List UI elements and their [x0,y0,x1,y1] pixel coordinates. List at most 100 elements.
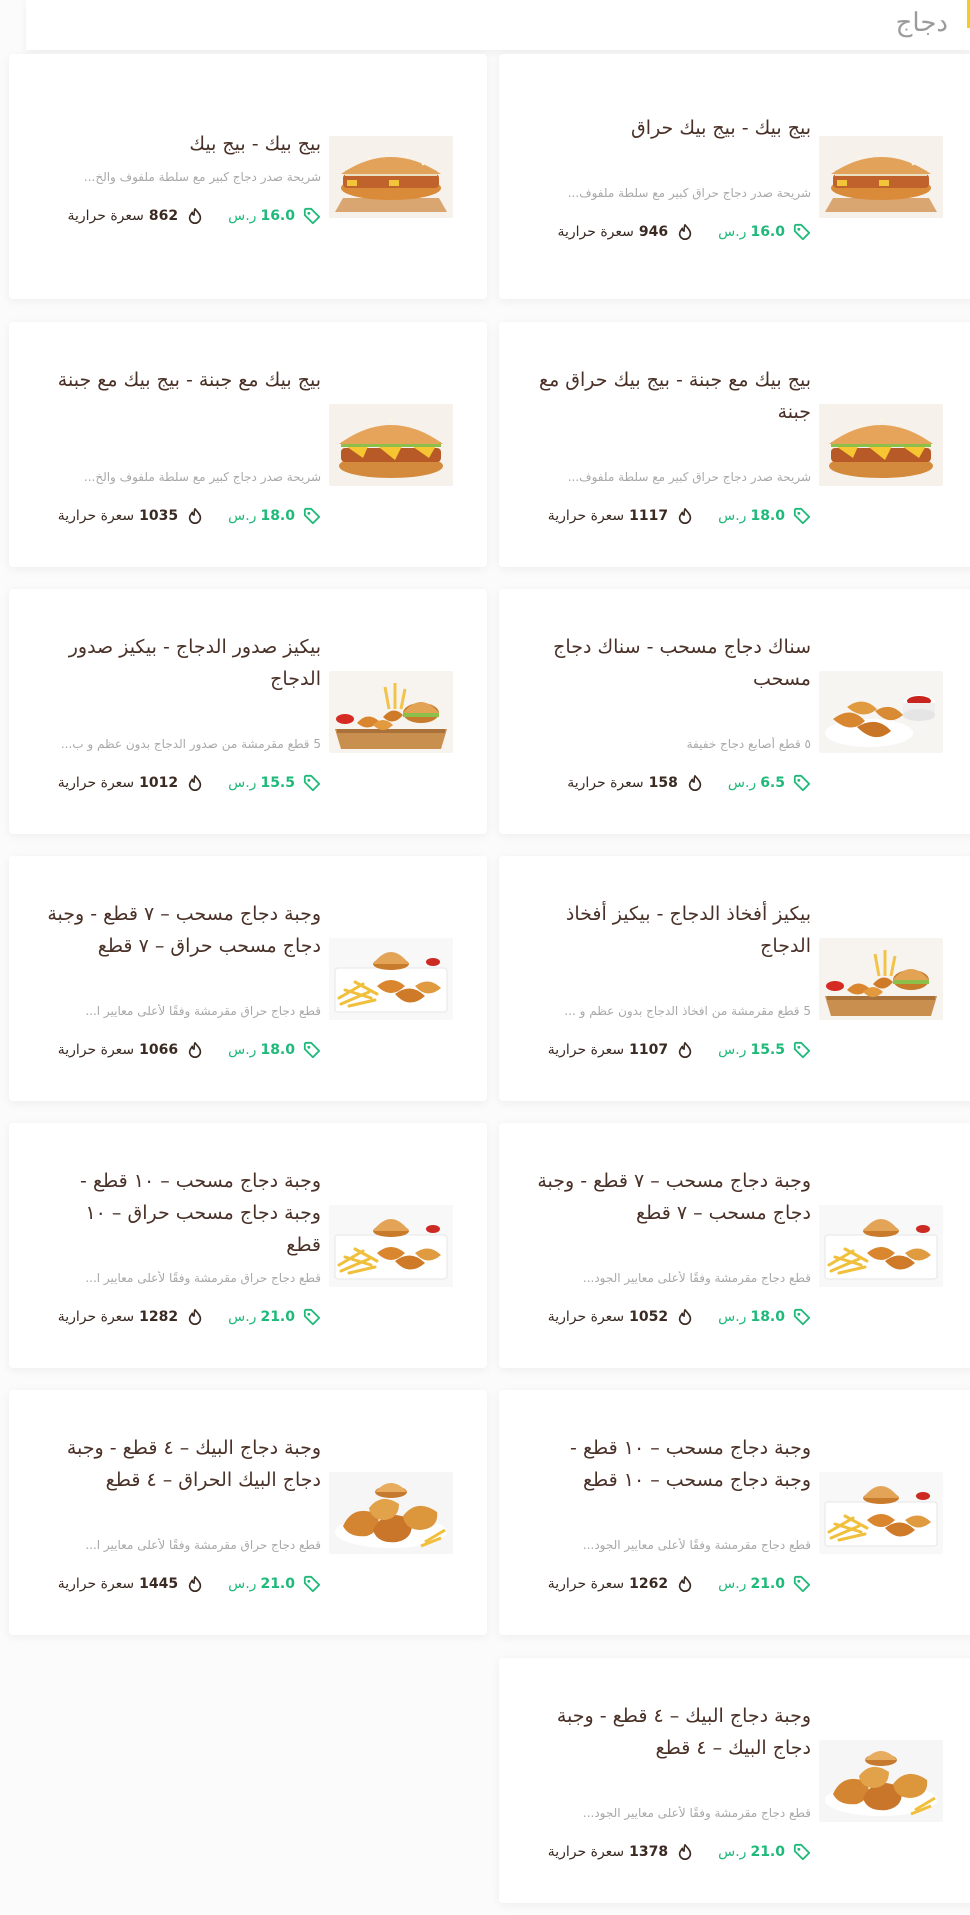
menu-item-card[interactable]: وجبة دجاج مسحب – ١٠ قطع - وجبة دجاج مسحب… [499,1390,970,1635]
calories-value: 1107 [629,1042,669,1058]
item-calories: 1035 سعرة حرارية [58,507,204,525]
item-meta: 15.5 ر.س 1012 سعرة حرارية [21,773,321,793]
currency-label: ر.س [228,1309,257,1325]
price-value: 18.0 [750,1309,785,1325]
currency-label: ر.س [228,1042,257,1058]
price-value: 16.0 [750,224,785,240]
item-name: سناك دجاج مسحب - سناك دجاج مسحب [553,636,811,690]
currency-label: ر.س [718,1042,747,1058]
menu-item-card[interactable]: وجبة دجاج مسحب – ٧ قطع - وجبة دجاج مسحب … [499,1123,970,1368]
item-meta: 21.0 ر.س 1378 سعرة حرارية [511,1842,811,1862]
menu-item-card[interactable]: وجبة دجاج مسحب – ٧ قطع - وجبة دجاج مسحب … [9,856,487,1101]
item-name: بيج بيك مع جبنة - بيج بيك مع جبنة [57,369,321,391]
item-price: 18.0 ر.س [718,1308,811,1326]
calories-unit: سعرة حرارية [547,1844,625,1860]
item-description: 5 قطع مقرمشة من افخاذ الدجاج بدون عظم و … [564,1004,811,1018]
item-name: وجبة دجاج مسحب – ٧ قطع - وجبة دجاج مسحب … [47,903,321,957]
item-image [329,1205,453,1287]
item-calories: 1052 سعرة حرارية [548,1308,694,1326]
calories-unit: سعرة حرارية [57,1042,135,1058]
item-description: قطع دجاج مقرمشة وفقًا لأعلى معايير الجود… [582,1806,811,1820]
calories-unit: سعرة حرارية [547,508,625,524]
menu-item-card[interactable]: سناك دجاج مسحب - سناك دجاج مسحب ٥ قطع أص… [499,589,970,834]
item-description: قطع دجاج حراق مقرمشة وفقًا لأعلى معايير … [85,1004,321,1018]
flame-icon [688,774,702,791]
calories-unit: سعرة حرارية [57,1309,135,1325]
item-description: شريحة صدر دجاج حراق كبير مع سلطة ملفوف..… [567,186,811,200]
calories-unit: سعرة حرارية [547,1576,625,1592]
price-tag-icon [793,774,811,792]
item-meta: 21.0 ر.س 1262 سعرة حرارية [511,1574,811,1594]
item-price: 18.0 ر.س [228,507,321,525]
price-tag-icon [793,1041,811,1059]
price-tag-icon [793,223,811,241]
menu-item-card[interactable]: بيج بيك مع جبنة - بيج بيك حراق مع جبنة ش… [499,322,970,567]
menu-grid: بيج بيك - بيج بيك حراق شريحة صدر دجاج حر… [0,0,970,1915]
item-price: 6.5 ر.س [728,774,811,792]
menu-item-card[interactable]: بيج بيك - بيج بيك شريحة صدر دجاج كبير مع… [9,54,487,299]
price-value: 15.5 [750,1042,785,1058]
price-value: 21.0 [750,1844,785,1860]
calories-value: 1012 [139,775,179,791]
calories-unit: سعرة حرارية [57,1576,135,1592]
calories-unit: سعرة حرارية [557,224,634,240]
item-calories: 1012 سعرة حرارية [58,774,204,792]
flame-icon [188,1308,202,1325]
calories-unit: سعرة حرارية [67,208,144,224]
item-name: وجبة دجاج مسحب – ٧ قطع - وجبة دجاج مسحب … [537,1170,811,1224]
item-meta: 21.0 ر.س 1282 سعرة حرارية [21,1307,321,1327]
menu-item-card[interactable]: بيكيز أفخاذ الدجاج - بيكيز أفخاذ الدجاج … [499,856,970,1101]
item-meta: 21.0 ر.س 1445 سعرة حرارية [21,1574,321,1594]
menu-item-card[interactable]: وجبة دجاج مسحب – ١٠ قطع - وجبة دجاج مسحب… [9,1123,487,1368]
menu-item-card[interactable]: وجبة دجاج البيك – ٤ قطع - وجبة دجاج البي… [499,1658,970,1903]
item-description: شريحة صدر دجاج كبير مع سلطة ملفوف والخ..… [83,170,321,184]
item-meta: 15.5 ر.س 1107 سعرة حرارية [511,1040,811,1060]
item-name: بيج بيك - بيج بيك حراق [631,117,811,139]
currency-label: ر.س [228,1576,257,1592]
flame-icon [678,1575,692,1592]
price-value: 18.0 [260,1042,295,1058]
calories-value: 1052 [629,1309,669,1325]
menu-item-card[interactable]: وجبة دجاج البيك – ٤ قطع - وجبة دجاج البي… [9,1390,487,1635]
item-description: قطع دجاج مقرمشة وفقًا لأعلى معايير الجود… [582,1538,811,1552]
item-price: 15.5 ر.س [718,1041,811,1059]
item-calories: 158 سعرة حرارية [567,774,704,792]
flame-icon [678,1308,692,1325]
calories-value: 1066 [139,1042,179,1058]
item-image [819,1740,943,1822]
calories-unit: سعرة حرارية [57,775,135,791]
menu-item-card[interactable]: بيج بيك - بيج بيك حراق شريحة صدر دجاج حر… [499,54,970,299]
item-name: بيج بيك - بيج بيك [189,133,321,155]
item-description: قطع دجاج حراق مقرمشة وفقًا لأعلى معايير … [85,1271,321,1285]
price-tag-icon [793,1575,811,1593]
menu-item-card[interactable]: بيج بيك مع جبنة - بيج بيك مع جبنة شريحة … [9,322,487,567]
item-price: 18.0 ر.س [718,507,811,525]
calories-unit: سعرة حرارية [547,1042,625,1058]
price-tag-icon [303,207,321,225]
item-description: شريحة صدر دجاج كبير مع سلطة ملفوف والخ..… [83,470,321,484]
item-meta: 6.5 ر.س 158 سعرة حرارية [511,773,811,793]
flame-icon [188,1041,202,1058]
item-price: 18.0 ر.س [228,1041,321,1059]
calories-value: 158 [648,775,678,791]
flame-icon [678,223,692,240]
item-image [329,404,453,486]
item-calories: 946 سعرة حرارية [557,223,694,241]
item-name: بيج بيك مع جبنة - بيج بيك حراق مع جبنة [538,369,811,423]
menu-item-card[interactable]: بيكيز صدور الدجاج - بيكيز صدور الدجاج 5 … [9,589,487,834]
currency-label: ر.س [718,1576,747,1592]
item-meta: 18.0 ر.س 1066 سعرة حرارية [21,1040,321,1060]
item-image [819,136,943,218]
item-image [329,136,453,218]
item-description: شريحة صدر دجاج حراق كبير مع سلطة ملفوف..… [567,470,811,484]
calories-value: 1117 [629,508,669,524]
item-price: 16.0 ر.س [228,207,321,225]
item-meta: 16.0 ر.س 862 سعرة حرارية [21,206,321,226]
item-image [819,1472,943,1554]
currency-label: ر.س [228,508,257,524]
item-calories: 1282 سعرة حرارية [58,1308,204,1326]
item-description: قطع دجاج مقرمشة وفقًا لأعلى معايير الجود… [582,1271,811,1285]
price-tag-icon [303,774,321,792]
calories-unit: سعرة حرارية [547,1309,625,1325]
item-meta: 18.0 ر.س 1035 سعرة حرارية [21,506,321,526]
